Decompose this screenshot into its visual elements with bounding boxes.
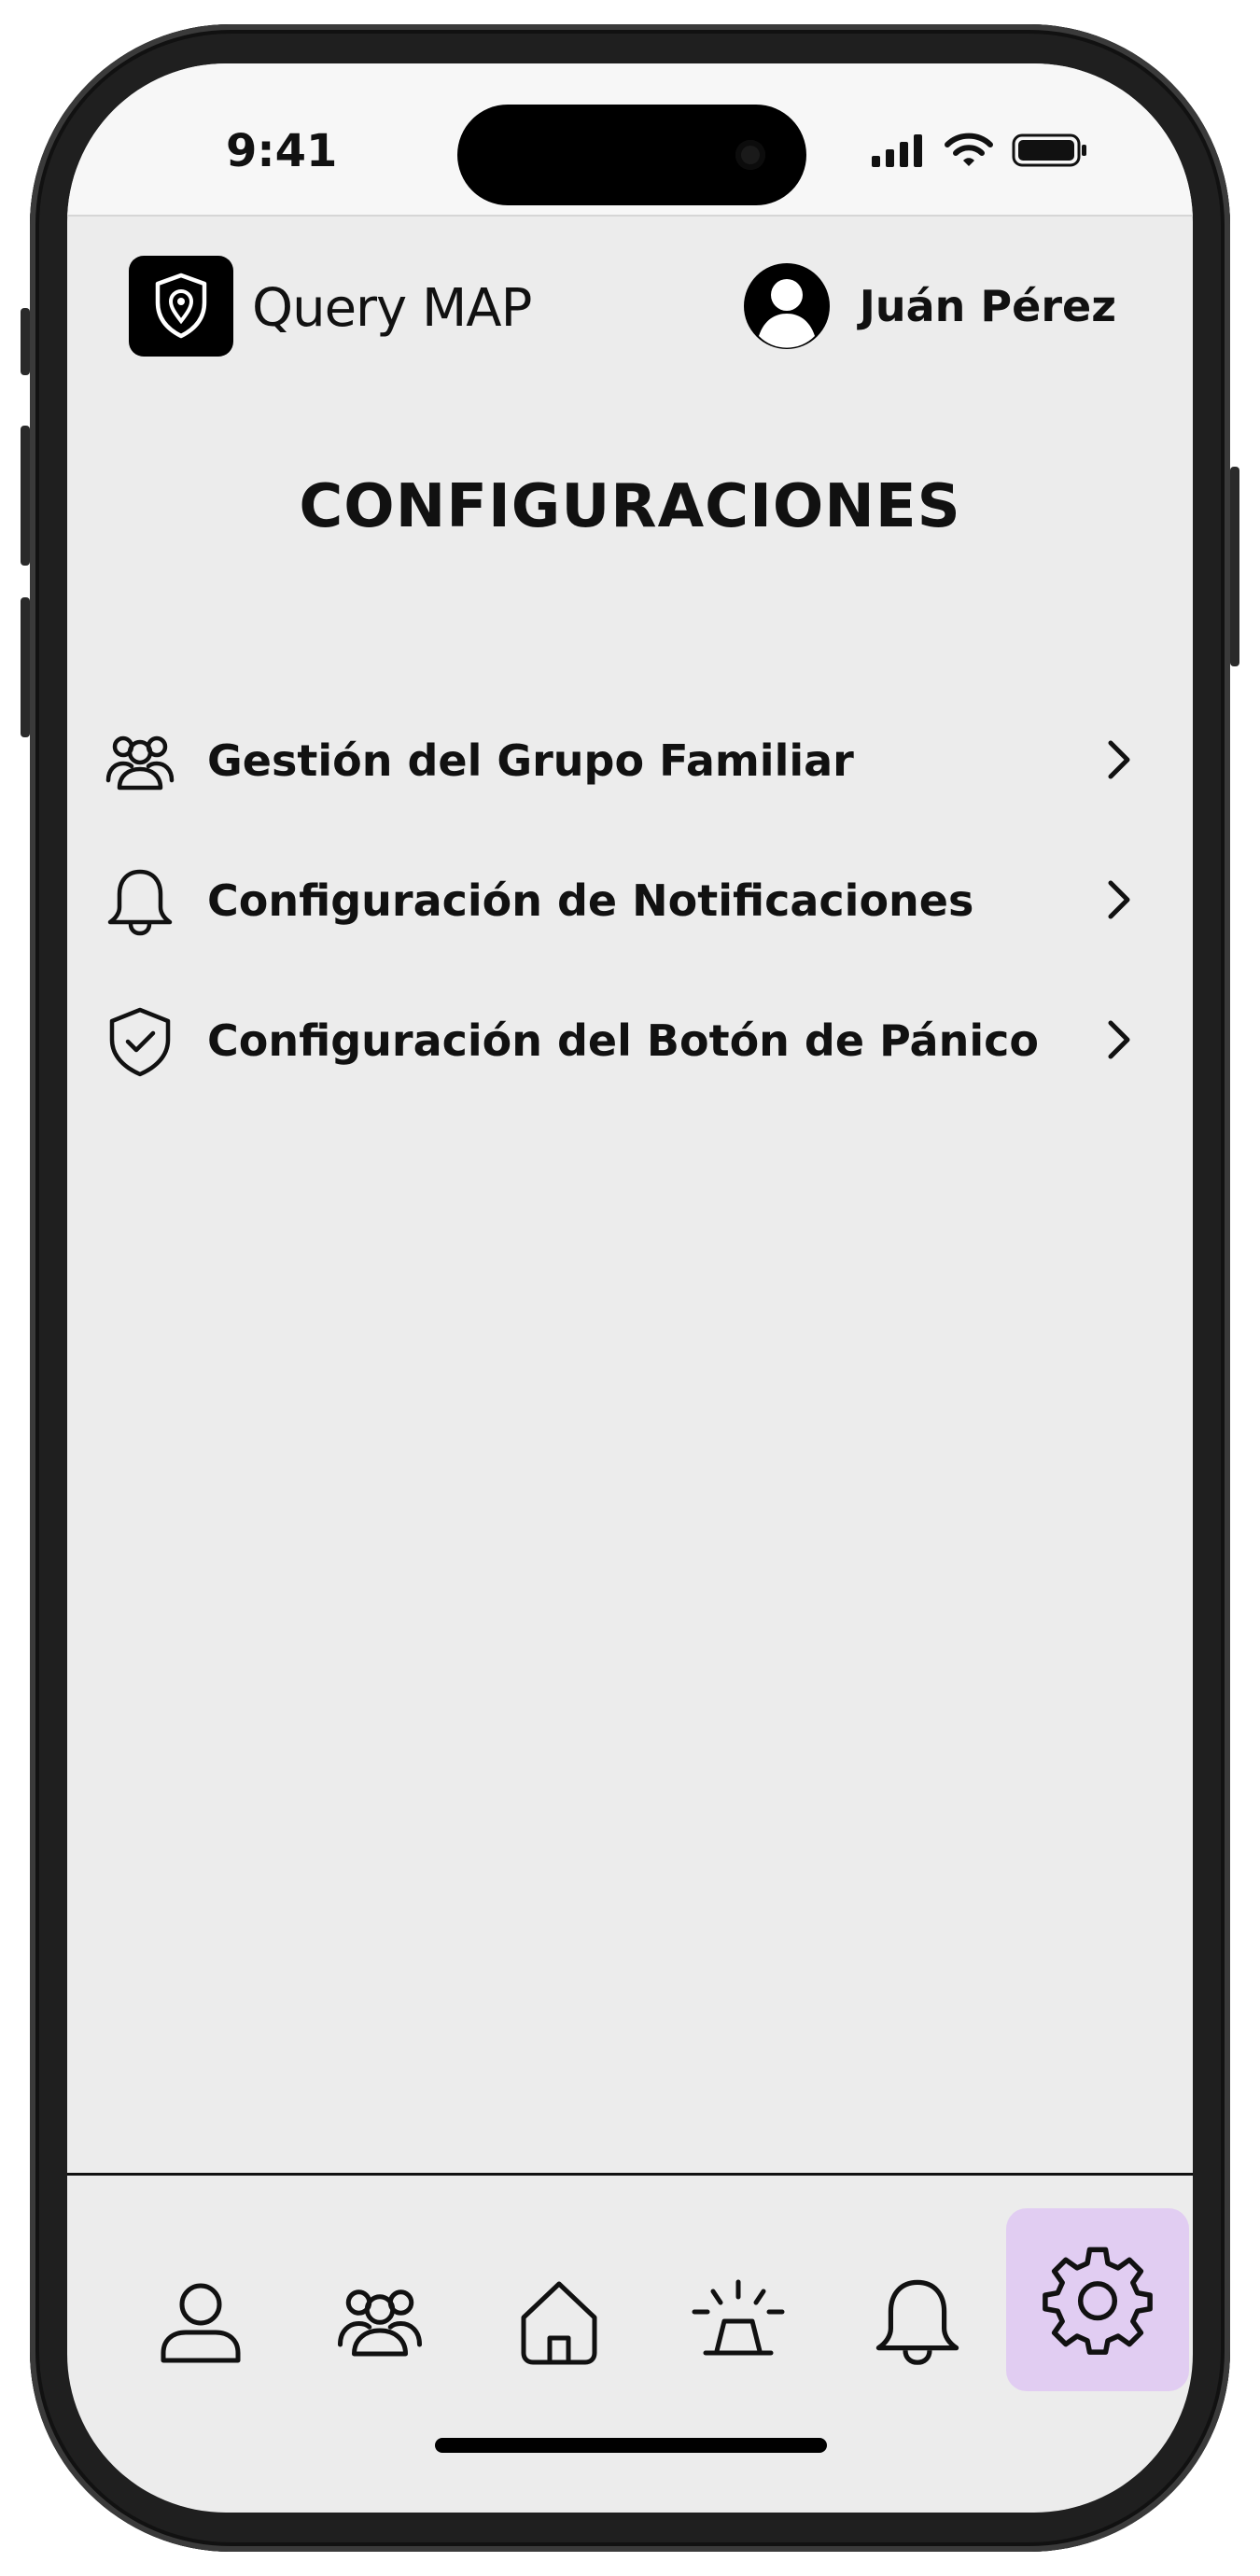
tab-family-group[interactable] bbox=[323, 2264, 437, 2378]
menu-item-family-group[interactable]: Gestión del Grupo Familiar bbox=[67, 691, 1193, 831]
gear-icon bbox=[1043, 2247, 1153, 2355]
chevron-right-icon bbox=[1108, 880, 1130, 919]
camera-icon bbox=[735, 140, 765, 170]
status-bar: 9:41 bbox=[67, 63, 1193, 217]
menu-item-notifications[interactable]: Configuración de Notificaciones bbox=[67, 831, 1193, 971]
users-group-icon bbox=[105, 735, 175, 791]
tab-notifications[interactable] bbox=[861, 2264, 974, 2378]
bell-icon bbox=[875, 2279, 959, 2365]
dynamic-island bbox=[457, 105, 806, 205]
shield-check-icon bbox=[109, 1007, 171, 1077]
user-profile[interactable]: Juán Pérez bbox=[742, 261, 1116, 351]
volume-up-button bbox=[21, 426, 30, 566]
avatar-icon bbox=[743, 263, 830, 349]
volume-down-button bbox=[21, 597, 30, 737]
battery-icon bbox=[1012, 133, 1086, 167]
location-shield-icon bbox=[155, 273, 207, 339]
chevron-right-icon bbox=[1108, 740, 1130, 779]
user-name: Juán Pérez bbox=[859, 281, 1116, 331]
users-group-icon bbox=[338, 2289, 422, 2357]
menu-item-panic-button[interactable]: Configuración del Botón de Pánico bbox=[67, 971, 1193, 1111]
siren-icon bbox=[692, 2279, 785, 2356]
app-name: Query MAP bbox=[252, 278, 532, 339]
screen: 9:41 Query MAP Juán Pérez CONFIGURACIONE… bbox=[67, 63, 1193, 2513]
action-button bbox=[21, 308, 30, 375]
home-indicator[interactable] bbox=[435, 2438, 827, 2453]
power-button bbox=[1230, 467, 1239, 666]
settings-menu: Gestión del Grupo Familiar Configuración… bbox=[67, 691, 1193, 1111]
page-title: CONFIGURACIONES bbox=[299, 472, 961, 541]
home-icon bbox=[521, 2281, 597, 2365]
wifi-icon bbox=[945, 133, 993, 166]
tab-bar bbox=[67, 2175, 1193, 2455]
tab-profile[interactable] bbox=[144, 2264, 258, 2378]
status-icons bbox=[870, 133, 1088, 168]
tab-settings[interactable] bbox=[1006, 2208, 1189, 2391]
menu-item-label: Configuración de Notificaciones bbox=[207, 875, 974, 926]
bell-icon bbox=[107, 869, 173, 936]
cellular-signal-icon bbox=[872, 134, 922, 167]
menu-item-label: Configuración del Botón de Pánico bbox=[207, 1015, 1039, 1066]
app-logo bbox=[129, 256, 233, 357]
tab-home[interactable] bbox=[502, 2264, 616, 2378]
chevron-right-icon bbox=[1108, 1020, 1130, 1059]
app-header: Query MAP Juán Pérez bbox=[67, 252, 1193, 364]
menu-item-label: Gestión del Grupo Familiar bbox=[207, 735, 854, 786]
tab-alert[interactable] bbox=[681, 2264, 795, 2378]
user-icon bbox=[161, 2283, 241, 2363]
status-time: 9:41 bbox=[226, 125, 338, 177]
